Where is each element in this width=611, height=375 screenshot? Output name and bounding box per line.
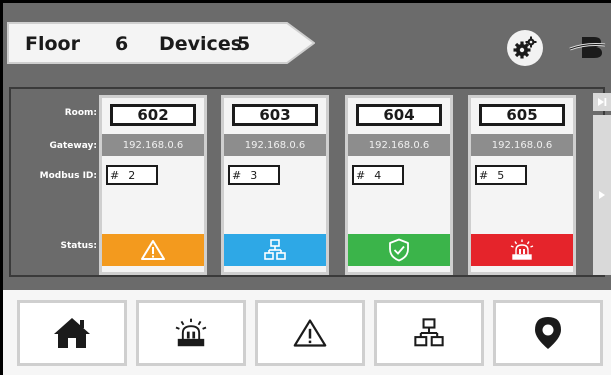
modbus-id-field[interactable]: # 4 (352, 165, 404, 185)
floor-value: 6 (115, 33, 129, 55)
gateway-address: 192.168.0.6 (102, 134, 204, 156)
status-network[interactable] (224, 234, 326, 266)
device-card-604[interactable]: 604 192.168.0.6 # 4 (345, 95, 453, 275)
warning-icon (293, 319, 327, 347)
nav-alarms-button[interactable] (136, 300, 246, 366)
gateway-address: 192.168.0.6 (224, 134, 326, 156)
modbus-prefix: # (479, 168, 489, 182)
gateway-address: 192.168.0.6 (471, 134, 573, 156)
modbus-id-value: 3 (250, 168, 258, 182)
room-number: 603 (232, 104, 318, 126)
screen: Floor 6 Devices 5 Room: Gateway: Modbus … (3, 3, 611, 375)
alarm-light-icon (175, 318, 207, 347)
gateway-address: 192.168.0.6 (348, 134, 450, 156)
shield-check-icon (389, 238, 409, 262)
floor-label: Floor (25, 33, 80, 55)
device-card-603[interactable]: 603 192.168.0.6 # 3 (221, 95, 329, 275)
modbus-prefix: # (232, 168, 242, 182)
bottom-nav (3, 290, 611, 375)
home-icon (54, 318, 90, 348)
room-number: 604 (356, 104, 442, 126)
next-page-button[interactable] (593, 115, 611, 275)
modbus-id-value: 5 (497, 168, 505, 182)
nav-location-button[interactable] (493, 300, 603, 366)
modbus-id-field[interactable]: # 5 (475, 165, 527, 185)
warning-icon (141, 240, 165, 260)
modbus-row-label: Modbus ID: (39, 171, 97, 181)
modbus-id-field[interactable]: # 3 (228, 165, 280, 185)
room-number: 605 (479, 104, 565, 126)
status-warning[interactable] (102, 234, 204, 266)
modbus-id-field[interactable]: # 2 (106, 165, 158, 185)
gears-icon (513, 36, 537, 59)
device-card-605[interactable]: 605 192.168.0.6 # 5 (468, 95, 576, 275)
devices-label: Devices (159, 33, 243, 55)
status-ok[interactable] (348, 234, 450, 266)
skip-to-end-button[interactable] (593, 93, 611, 111)
network-icon (414, 318, 444, 347)
settings-button[interactable] (507, 30, 543, 66)
skip-end-icon (598, 98, 607, 106)
brand-logo (568, 32, 606, 62)
modbus-id-value: 2 (128, 168, 136, 182)
alarm-light-icon (510, 239, 534, 260)
gateway-row-label: Gateway: (49, 141, 97, 151)
network-icon (264, 239, 286, 260)
status-alarm[interactable] (471, 234, 573, 266)
play-right-icon (599, 191, 605, 199)
status-row-label: Status: (60, 241, 97, 251)
modbus-prefix: # (110, 168, 120, 182)
header-banner: Floor 6 Devices 5 (7, 22, 315, 64)
modbus-prefix: # (356, 168, 366, 182)
location-pin-icon (535, 317, 561, 349)
device-card-602[interactable]: 602 192.168.0.6 # 2 (99, 95, 207, 275)
devices-value: 5 (237, 33, 251, 55)
nav-warnings-button[interactable] (255, 300, 365, 366)
room-row-label: Room: (64, 108, 97, 118)
room-number: 602 (110, 104, 196, 126)
nav-network-button[interactable] (374, 300, 484, 366)
nav-home-button[interactable] (17, 300, 127, 366)
modbus-id-value: 4 (374, 168, 382, 182)
